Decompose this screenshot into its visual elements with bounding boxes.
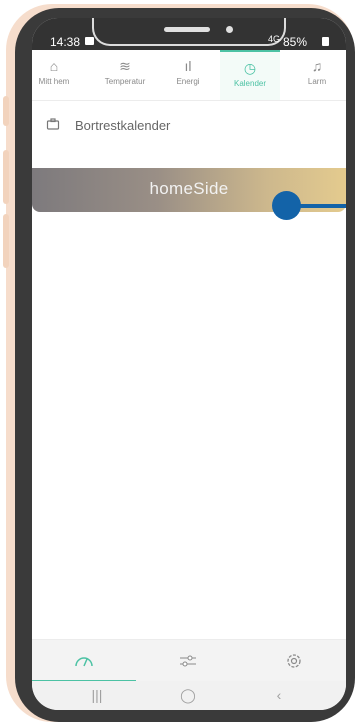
- camera-notch: [92, 18, 286, 46]
- recent-apps-icon[interactable]: |||: [82, 687, 112, 703]
- briefcase-icon: [46, 118, 60, 130]
- system-nav-bar: ||| ◯ ‹: [32, 681, 346, 710]
- bar-chart-icon: ıl: [184, 58, 192, 74]
- home-icon: ⌂: [49, 58, 59, 74]
- bortrestkalender-row[interactable]: Bortrestkalender: [32, 106, 346, 146]
- tab-label: Mitt hem: [38, 77, 70, 86]
- phone-side-button: [3, 96, 9, 126]
- tab-kalender[interactable]: ◷ Kalender: [220, 50, 280, 100]
- gauge-icon[interactable]: [64, 648, 104, 676]
- sliders-icon[interactable]: [168, 648, 208, 676]
- battery-icon: [322, 37, 329, 46]
- tab-mitt-hem[interactable]: ⌂ Mitt hem: [32, 50, 76, 100]
- status-time: 14:38: [50, 35, 81, 49]
- top-tab-bar: ⌂ Mitt hem ≋ Temperatur ıl Energi ◷ Kale…: [32, 50, 346, 101]
- battery-percent: 85%: [283, 35, 308, 49]
- tab-label: Kalender: [233, 79, 267, 88]
- home-button-icon[interactable]: ◯: [173, 687, 203, 704]
- clock-icon: ◷: [243, 60, 257, 76]
- tab-label: Larm: [307, 77, 327, 86]
- back-icon[interactable]: ‹: [264, 687, 294, 703]
- tab-label: Energi: [176, 77, 200, 86]
- phone-side-button: [3, 150, 9, 204]
- gear-icon[interactable]: [274, 648, 314, 676]
- image-notification-icon: [85, 37, 94, 45]
- tab-temperatur[interactable]: ≋ Temperatur: [90, 50, 160, 100]
- section-title: Bortrestkalender: [75, 118, 171, 133]
- speaker-grille: [164, 27, 210, 32]
- front-camera: [226, 26, 233, 33]
- status-bar: 14:38 4G 85%: [32, 18, 346, 50]
- app-screen: 14:38 4G 85% ⌂ Mitt hem ≋ Temperatur ıl …: [32, 18, 346, 710]
- phone-side-button: [3, 214, 9, 268]
- signal-icon: 4G: [268, 34, 281, 44]
- tab-label: Temperatur: [104, 77, 146, 86]
- tab-energi[interactable]: ıl Energi: [166, 50, 210, 100]
- bottom-nav-bar: [32, 639, 346, 682]
- tab-larm[interactable]: ♫ Larm: [288, 50, 346, 100]
- heat-waves-icon: ≋: [119, 58, 131, 74]
- annotation-pointer-line: [296, 204, 346, 208]
- annotation-pointer-dot: [272, 191, 301, 220]
- homeside-logo: homeSide: [149, 179, 229, 198]
- bell-icon: ♫: [311, 58, 323, 74]
